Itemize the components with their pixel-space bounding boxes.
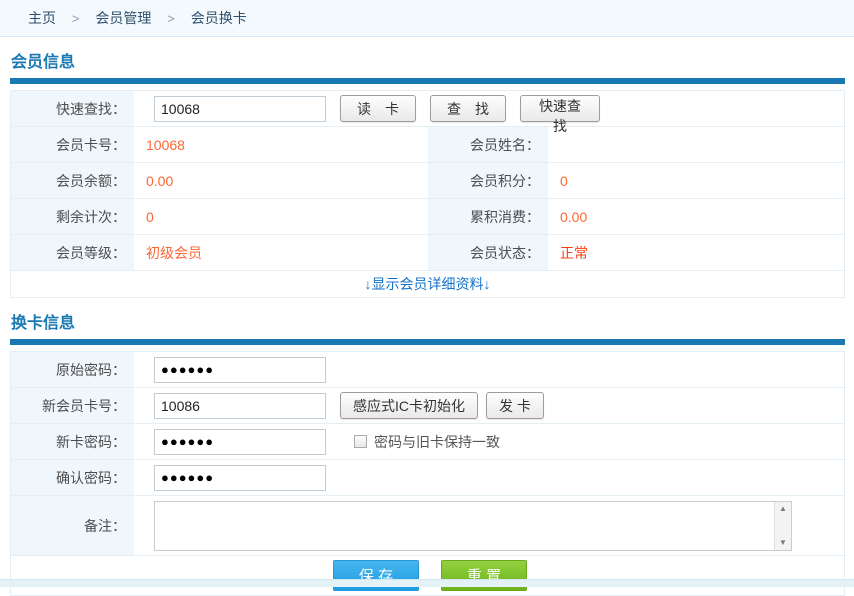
issue-card-button[interactable]: 发 卡	[486, 392, 544, 419]
remaining-times-value: 0	[134, 199, 428, 234]
main-content: 会员信息 快速查找： 读 卡 查 找 快速查找 会员卡号： 10068 会员姓名…	[0, 48, 854, 596]
quick-search-button[interactable]: 快速查找	[520, 95, 600, 122]
member-status-label: 会员状态：	[428, 235, 548, 270]
confirm-password-label: 确认密码：	[11, 460, 134, 495]
breadcrumb: 主页 > 会员管理 > 会员换卡	[0, 0, 854, 37]
table-row: 会员等级： 初级会员 会员状态： 正常	[11, 235, 844, 271]
breadcrumb-separator-icon: >	[72, 11, 80, 26]
read-card-button[interactable]: 读 卡	[340, 95, 416, 122]
new-card-no-row: 新会员卡号： 感应式IC卡初始化 发 卡	[11, 388, 844, 424]
card-exchange-table: 原始密码： 新会员卡号： 感应式IC卡初始化 发 卡 新卡密码： 密码与旧卡保持…	[10, 351, 845, 596]
original-password-input[interactable]	[154, 357, 326, 383]
member-level-value: 初级会员	[134, 235, 428, 270]
original-password-label: 原始密码：	[11, 352, 134, 387]
remark-scrollbar[interactable]: ▲ ▼	[774, 502, 791, 550]
search-button[interactable]: 查 找	[430, 95, 506, 122]
scrollbar-up-icon[interactable]: ▲	[779, 505, 787, 513]
new-password-row: 新卡密码： 密码与旧卡保持一致	[11, 424, 844, 460]
member-info-table: 快速查找： 读 卡 查 找 快速查找 会员卡号： 10068 会员姓名： 会员余…	[10, 90, 845, 298]
new-card-no-label: 新会员卡号：	[11, 388, 134, 423]
new-password-input[interactable]	[154, 429, 326, 455]
member-info-title: 会员信息	[11, 48, 845, 72]
breadcrumb-home[interactable]: 主页	[28, 10, 56, 26]
footer-bar	[0, 579, 854, 587]
member-level-label: 会员等级：	[11, 235, 134, 270]
remark-box: ▲ ▼	[154, 501, 792, 551]
member-name-value	[548, 127, 844, 162]
details-link-row: ↓显示会员详细资料↓	[11, 271, 844, 297]
confirm-password-row: 确认密码：	[11, 460, 844, 496]
member-status-value: 正常	[548, 235, 844, 270]
table-row: 剩余计次： 0 累积消费： 0.00	[11, 199, 844, 235]
points-label: 会员积分：	[428, 163, 548, 198]
table-row: 会员卡号： 10068 会员姓名：	[11, 127, 844, 163]
remaining-times-label: 剩余计次：	[11, 199, 134, 234]
card-no-value: 10068	[134, 127, 428, 162]
member-info-title-bar	[10, 78, 845, 84]
points-value: 0	[548, 163, 844, 198]
same-password-checkbox[interactable]	[354, 435, 367, 448]
quick-search-label: 快速查找：	[11, 91, 134, 126]
card-exchange-title: 换卡信息	[11, 309, 845, 333]
show-member-details-link[interactable]: ↓显示会员详细资料↓	[365, 274, 491, 294]
table-row: 会员余额： 0.00 会员积分： 0	[11, 163, 844, 199]
balance-label: 会员余额：	[11, 163, 134, 198]
scrollbar-down-icon[interactable]: ▼	[779, 539, 787, 547]
breadcrumb-current-page: 会员换卡	[191, 10, 247, 26]
breadcrumb-separator-icon: >	[167, 11, 175, 26]
card-exchange-title-bar	[10, 339, 845, 345]
same-password-checkbox-label[interactable]: 密码与旧卡保持一致	[374, 432, 500, 452]
new-password-label: 新卡密码：	[11, 424, 134, 459]
breadcrumb-member-management[interactable]: 会员管理	[95, 10, 151, 26]
quick-search-input[interactable]	[154, 96, 326, 122]
member-name-label: 会员姓名：	[428, 127, 548, 162]
card-no-label: 会员卡号：	[11, 127, 134, 162]
original-password-row: 原始密码：	[11, 352, 844, 388]
total-consume-label: 累积消费：	[428, 199, 548, 234]
remark-row: 备注： ▲ ▼	[11, 496, 844, 556]
remark-label: 备注：	[11, 496, 134, 555]
total-consume-value: 0.00	[548, 199, 844, 234]
new-card-no-input[interactable]	[154, 393, 326, 419]
action-row: 保 存 重 置	[11, 556, 844, 595]
ic-card-init-button[interactable]: 感应式IC卡初始化	[340, 392, 478, 419]
remark-textarea[interactable]	[155, 502, 774, 550]
confirm-password-input[interactable]	[154, 465, 326, 491]
balance-value: 0.00	[134, 163, 428, 198]
quick-search-row: 快速查找： 读 卡 查 找 快速查找	[11, 91, 844, 127]
